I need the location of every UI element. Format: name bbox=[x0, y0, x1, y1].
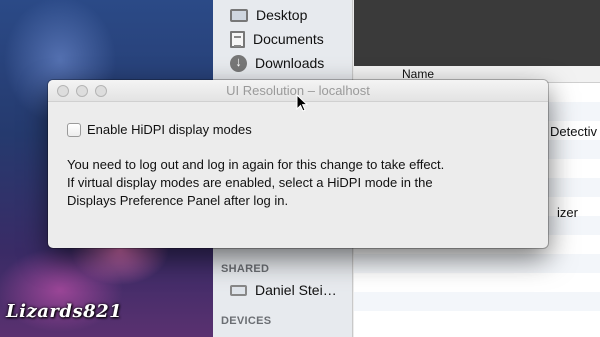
sidebar-item-label: Desktop bbox=[256, 7, 308, 23]
dialog-message: You need to log out and log in again for… bbox=[67, 156, 527, 210]
hidpi-checkbox-row[interactable]: Enable HiDPI display modes bbox=[67, 122, 252, 137]
sidebar-item-label: Downloads bbox=[255, 55, 325, 71]
documents-icon bbox=[230, 30, 245, 48]
message-line: You need to log out and log in again for… bbox=[67, 157, 445, 172]
sidebar-item-label: Daniel Stei… bbox=[255, 282, 337, 298]
sidebar-item-desktop[interactable]: Desktop bbox=[230, 5, 307, 25]
sidebar-section-shared: SHARED bbox=[221, 263, 270, 275]
hidpi-checkbox[interactable] bbox=[67, 122, 81, 137]
file-name[interactable]: izer bbox=[557, 205, 578, 220]
sidebar-item-label: Documents bbox=[253, 31, 324, 47]
desktop-icon bbox=[230, 8, 248, 22]
watermark: Lizards821 bbox=[6, 301, 123, 322]
table-row[interactable] bbox=[354, 254, 600, 273]
file-name[interactable]: Detectiv bbox=[550, 124, 597, 139]
message-line: If virtual display modes are enabled, se… bbox=[67, 175, 433, 190]
sidebar-item-downloads[interactable]: Downloads bbox=[230, 53, 324, 73]
sidebar-section-devices: DEVICES bbox=[221, 315, 272, 327]
computer-icon bbox=[230, 284, 247, 296]
preview-area bbox=[354, 0, 600, 66]
sidebar-item-documents[interactable]: Documents bbox=[230, 29, 324, 49]
message-line: Displays Preference Panel after log in. bbox=[67, 193, 289, 208]
table-row[interactable] bbox=[354, 292, 600, 311]
mouse-cursor-icon bbox=[296, 94, 308, 112]
downloads-icon bbox=[230, 54, 247, 72]
hidpi-checkbox-label[interactable]: Enable HiDPI display modes bbox=[87, 122, 252, 137]
sidebar-item-shared-computer[interactable]: Daniel Stei… bbox=[230, 280, 337, 300]
